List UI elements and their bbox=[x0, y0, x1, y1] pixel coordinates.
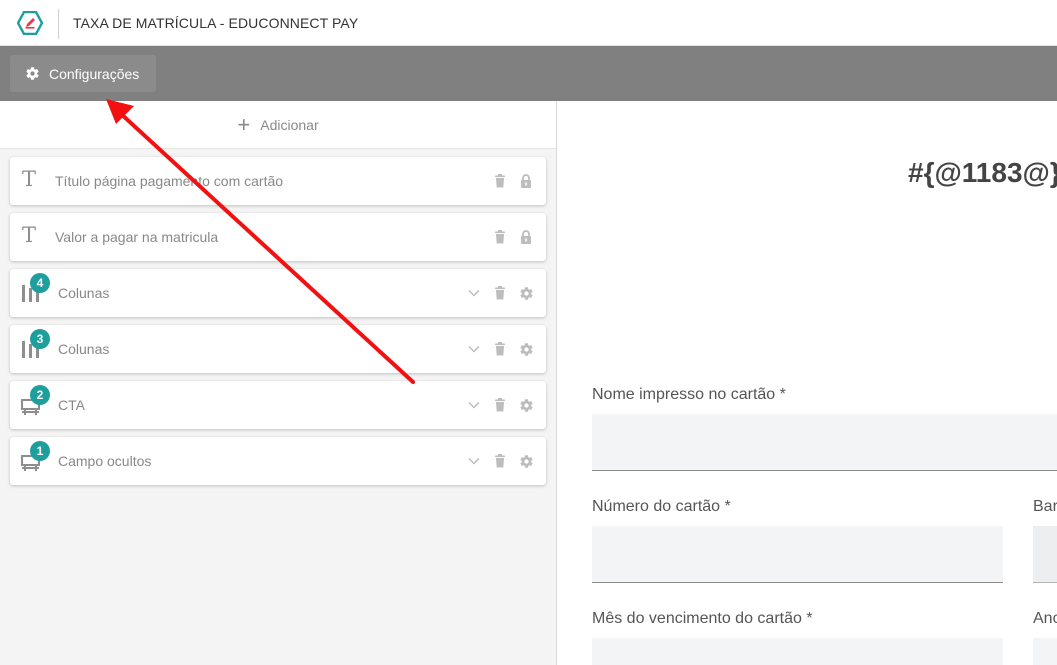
exp-month-input[interactable] bbox=[592, 638, 1003, 665]
trash-icon[interactable] bbox=[492, 229, 508, 245]
header-divider bbox=[58, 9, 59, 39]
card-number-label: Número do cartão * bbox=[592, 498, 731, 515]
block-order-badge: 1 bbox=[30, 441, 50, 461]
app-header: TAXA DE MATRÍCULA - EDUCONNECT PAY bbox=[0, 0, 1057, 46]
chevron-down-icon[interactable] bbox=[466, 453, 482, 469]
block-item[interactable]: 1 Campo ocultos bbox=[10, 437, 546, 485]
chevron-down-icon[interactable] bbox=[466, 285, 482, 301]
block-label: Valor a pagar na matricula bbox=[55, 229, 219, 245]
add-block-label: Adicionar bbox=[260, 116, 319, 133]
trash-icon[interactable] bbox=[492, 397, 508, 413]
card-number-input[interactable] bbox=[592, 526, 1003, 583]
block-label: Título página pagamento com cartão bbox=[55, 173, 284, 189]
text-icon: T bbox=[22, 223, 37, 247]
add-block-button[interactable]: + Adicionar bbox=[0, 101, 556, 149]
block-label: Colunas bbox=[58, 285, 110, 301]
page-preview: #{@1183@} Nome impresso no cartão * Núme… bbox=[557, 101, 1057, 665]
exp-year-label: Anc bbox=[1033, 610, 1057, 627]
settings-label: Configurações bbox=[49, 65, 140, 82]
settings-button[interactable]: Configurações bbox=[10, 55, 156, 92]
block-order-badge: 4 bbox=[30, 273, 50, 293]
card-name-label: Nome impresso no cartão * bbox=[592, 386, 786, 403]
trash-icon[interactable] bbox=[492, 285, 508, 301]
card-flag-label: Bar bbox=[1033, 498, 1057, 515]
gear-icon[interactable] bbox=[518, 453, 534, 469]
block-item[interactable]: T Título página pagamento com cartão bbox=[10, 157, 546, 205]
toolbar: Configurações bbox=[0, 46, 1057, 101]
block-label: Campo ocultos bbox=[58, 453, 152, 469]
edit-pencil-hexagon-icon[interactable] bbox=[17, 11, 43, 35]
gear-icon[interactable] bbox=[518, 285, 534, 301]
block-item[interactable]: 4 Colunas bbox=[10, 269, 546, 317]
lock-icon[interactable] bbox=[518, 229, 534, 245]
gear-icon[interactable] bbox=[518, 341, 534, 357]
lock-icon[interactable] bbox=[518, 173, 534, 189]
gear-icon bbox=[26, 67, 39, 80]
exp-month-label: Mês do vencimento do cartão * bbox=[592, 610, 813, 627]
card-name-input[interactable] bbox=[592, 414, 1057, 471]
exp-year-input[interactable] bbox=[1033, 638, 1057, 665]
block-label: CTA bbox=[58, 397, 85, 413]
block-item[interactable]: 3 Colunas bbox=[10, 325, 546, 373]
block-order-badge: 2 bbox=[30, 385, 50, 405]
trash-icon[interactable] bbox=[492, 453, 508, 469]
trash-icon[interactable] bbox=[492, 173, 508, 189]
text-icon: T bbox=[22, 167, 37, 191]
block-order-badge: 3 bbox=[30, 329, 50, 349]
chevron-down-icon[interactable] bbox=[466, 341, 482, 357]
trash-icon[interactable] bbox=[492, 341, 508, 357]
block-item[interactable]: T Valor a pagar na matricula bbox=[10, 213, 546, 261]
page-title: TAXA DE MATRÍCULA - EDUCONNECT PAY bbox=[73, 15, 359, 31]
blocks-panel: + Adicionar T Título página pagamento co… bbox=[0, 101, 557, 665]
card-flag-select[interactable] bbox=[1033, 526, 1057, 583]
preview-title: #{@1183@} bbox=[908, 157, 1057, 188]
chevron-down-icon[interactable] bbox=[466, 397, 482, 413]
gear-icon[interactable] bbox=[518, 397, 534, 413]
block-item[interactable]: 2 CTA bbox=[10, 381, 546, 429]
block-label: Colunas bbox=[58, 341, 110, 357]
plus-icon: + bbox=[237, 111, 251, 137]
